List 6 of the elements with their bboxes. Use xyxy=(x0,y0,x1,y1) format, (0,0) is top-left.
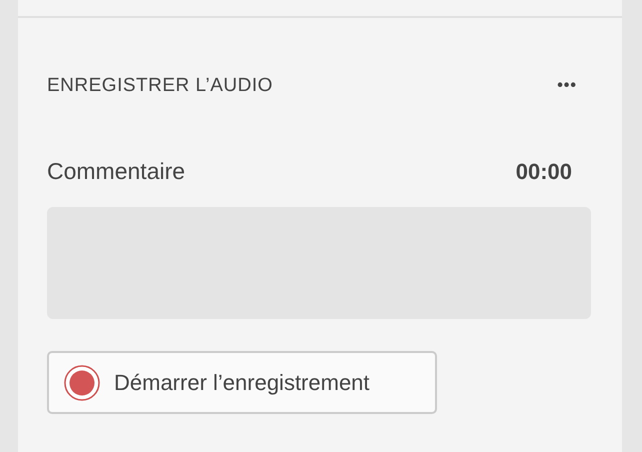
start-recording-button[interactable]: Démarrer l’enregistrement xyxy=(47,351,437,414)
section-title: ENREGISTRER L’AUDIO xyxy=(47,74,273,98)
more-options-button[interactable]: ••• xyxy=(557,74,577,98)
timer: 00:00 xyxy=(516,158,572,186)
comment-label: Commentaire xyxy=(47,156,186,186)
record-icon xyxy=(64,364,100,400)
